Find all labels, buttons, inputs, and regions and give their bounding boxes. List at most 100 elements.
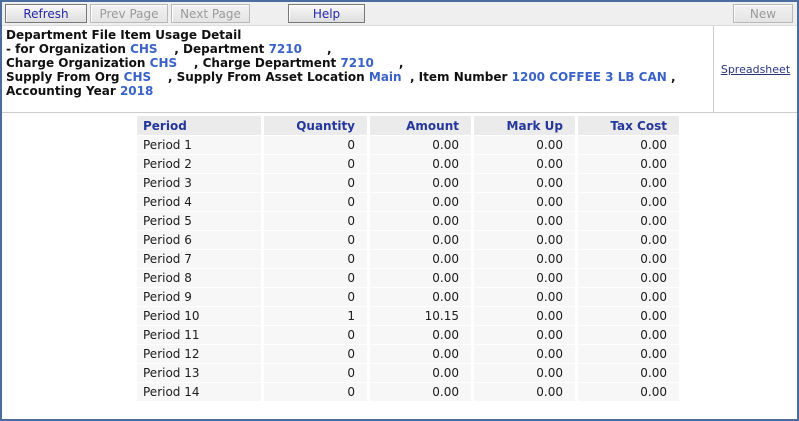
table-row: Period 800.000.000.00: [137, 269, 679, 287]
value-cell: 0.00: [370, 383, 471, 401]
value-cell: 0.00: [578, 288, 679, 306]
value-cell: 0: [264, 174, 367, 192]
period-cell: Period 7: [137, 250, 261, 268]
column-header-amount: Amount: [370, 116, 471, 135]
value-cell: 0: [264, 193, 367, 211]
usage-table-container: PeriodQuantityAmountMark UpTax Cost Peri…: [2, 113, 797, 402]
field-label: Department File Item Usage Detail: [6, 28, 241, 42]
value-cell: 0.00: [578, 212, 679, 230]
header-line: Charge Organization CHS , Charge Departm…: [6, 56, 709, 70]
header-line: Accounting Year 2018: [6, 84, 709, 98]
value-cell: 0.00: [474, 136, 575, 154]
value-cell: 0: [264, 231, 367, 249]
value-cell: 0: [264, 326, 367, 344]
spreadsheet-link[interactable]: Spreadsheet: [721, 63, 790, 76]
value-cell: 0.00: [578, 307, 679, 325]
toolbar: Refresh Prev Page Next Page Help New: [2, 2, 797, 26]
value-cell: 0.00: [370, 174, 471, 192]
value-cell: 0.00: [370, 212, 471, 230]
value-cell: 0: [264, 212, 367, 230]
table-row: Period 600.000.000.00: [137, 231, 679, 249]
table-row: Period 1200.000.000.00: [137, 345, 679, 363]
value-cell: 0.00: [578, 193, 679, 211]
help-button[interactable]: Help: [288, 4, 365, 23]
field-label: Charge Organization: [6, 56, 150, 70]
table-row: Period 500.000.000.00: [137, 212, 679, 230]
value-cell: 0: [264, 269, 367, 287]
usage-table: PeriodQuantityAmountMark UpTax Cost Peri…: [134, 115, 682, 402]
table-row: Period 700.000.000.00: [137, 250, 679, 268]
table-row: Period 1100.000.000.00: [137, 326, 679, 344]
value-cell: 0: [264, 383, 367, 401]
value-cell: 0.00: [370, 250, 471, 268]
field-value: 7210: [340, 56, 373, 70]
field-label: Accounting Year: [6, 84, 120, 98]
value-cell: 0.00: [370, 155, 471, 173]
value-cell: 0.00: [578, 345, 679, 363]
value-cell: 0.00: [578, 174, 679, 192]
period-cell: Period 8: [137, 269, 261, 287]
prev-page-button[interactable]: Prev Page: [90, 4, 168, 23]
usage-table-body: Period 100.000.000.00Period 200.000.000.…: [137, 136, 679, 401]
value-cell: 0: [264, 288, 367, 306]
value-cell: 0.00: [474, 231, 575, 249]
table-row: Period 1400.000.000.00: [137, 383, 679, 401]
field-label: ,: [374, 56, 404, 70]
table-row: Period 100.000.000.00: [137, 136, 679, 154]
period-cell: Period 12: [137, 345, 261, 363]
column-header-period: Period: [137, 116, 261, 135]
field-label: , Supply From Asset Location: [151, 70, 369, 84]
value-cell: 0.00: [370, 136, 471, 154]
column-header-mark-up: Mark Up: [474, 116, 575, 135]
field-value: Main: [369, 70, 402, 84]
value-cell: 10.15: [370, 307, 471, 325]
period-cell: Period 9: [137, 288, 261, 306]
field-value: CHS: [124, 70, 152, 84]
value-cell: 0.00: [370, 364, 471, 382]
usage-table-header-row: PeriodQuantityAmountMark UpTax Cost: [137, 116, 679, 135]
value-cell: 0.00: [578, 326, 679, 344]
field-value: 2018: [120, 84, 153, 98]
value-cell: 0.00: [578, 269, 679, 287]
field-value: CHS: [130, 42, 158, 56]
period-cell: Period 10: [137, 307, 261, 325]
period-cell: Period 4: [137, 193, 261, 211]
field-value: CHS: [150, 56, 178, 70]
next-page-button[interactable]: Next Page: [171, 4, 250, 23]
value-cell: 0: [264, 155, 367, 173]
value-cell: 0.00: [578, 250, 679, 268]
field-label: , Item Number: [402, 70, 512, 84]
spreadsheet-cell: Spreadsheet: [713, 26, 797, 112]
value-cell: 0.00: [474, 174, 575, 192]
value-cell: 0.00: [474, 250, 575, 268]
new-button[interactable]: New: [733, 4, 793, 23]
period-cell: Period 11: [137, 326, 261, 344]
value-cell: 0.00: [474, 288, 575, 306]
period-cell: Period 5: [137, 212, 261, 230]
period-cell: Period 3: [137, 174, 261, 192]
column-header-tax-cost: Tax Cost: [578, 116, 679, 135]
value-cell: 0.00: [474, 326, 575, 344]
field-value: 1200 COFFEE 3 LB CAN: [512, 70, 667, 84]
value-cell: 0.00: [578, 155, 679, 173]
period-cell: Period 1: [137, 136, 261, 154]
table-row: Period 10110.150.000.00: [137, 307, 679, 325]
column-header-quantity: Quantity: [264, 116, 367, 135]
period-cell: Period 6: [137, 231, 261, 249]
table-row: Period 900.000.000.00: [137, 288, 679, 306]
field-value: 7210: [269, 42, 302, 56]
field-label: - for Organization: [6, 42, 130, 56]
value-cell: 0.00: [474, 269, 575, 287]
value-cell: 0: [264, 364, 367, 382]
value-cell: 0.00: [474, 155, 575, 173]
value-cell: 0: [264, 136, 367, 154]
table-row: Period 400.000.000.00: [137, 193, 679, 211]
header-info: Department File Item Usage Detail- for O…: [2, 26, 713, 112]
value-cell: 0.00: [370, 345, 471, 363]
header-band: Department File Item Usage Detail- for O…: [2, 26, 797, 113]
value-cell: 0.00: [370, 288, 471, 306]
value-cell: 0.00: [370, 231, 471, 249]
refresh-button[interactable]: Refresh: [5, 4, 87, 23]
header-line: Supply From Org CHS , Supply From Asset …: [6, 70, 709, 84]
field-label: ,: [302, 42, 332, 56]
